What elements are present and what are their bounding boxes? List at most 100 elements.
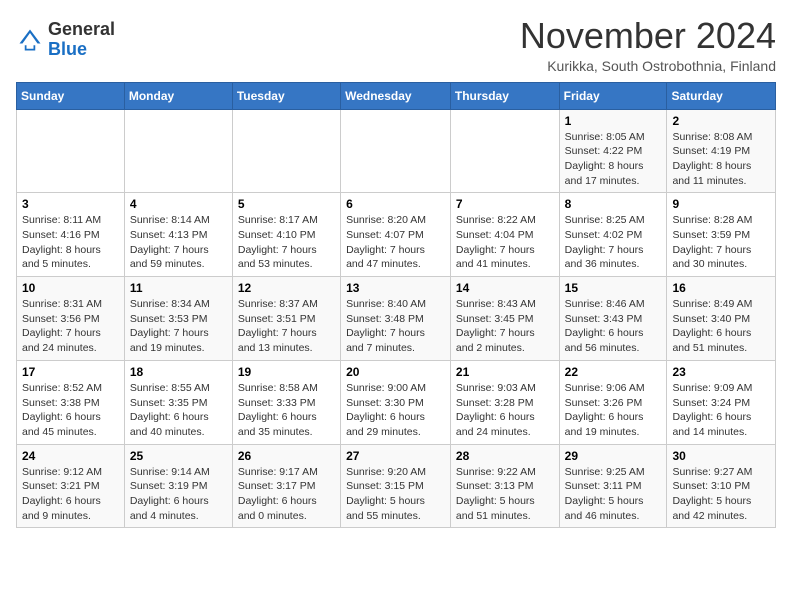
- day-info: Sunrise: 8:20 AMSunset: 4:07 PMDaylight:…: [346, 213, 445, 272]
- calendar-cell: 27 Sunrise: 9:20 AMSunset: 3:15 PMDayligh…: [341, 444, 451, 528]
- day-info: Sunrise: 9:27 AMSunset: 3:10 PMDaylight:…: [672, 465, 770, 524]
- day-info: Sunrise: 9:03 AMSunset: 3:28 PMDaylight:…: [456, 381, 554, 440]
- day-number: 11: [130, 281, 227, 295]
- day-info: Sunrise: 8:49 AMSunset: 3:40 PMDaylight:…: [672, 297, 770, 356]
- month-year-title: November 2024: [520, 16, 776, 56]
- header-thursday: Thursday: [450, 82, 559, 109]
- day-info: Sunrise: 8:17 AMSunset: 4:10 PMDaylight:…: [238, 213, 335, 272]
- day-info: Sunrise: 8:40 AMSunset: 3:48 PMDaylight:…: [346, 297, 445, 356]
- calendar-cell: 23 Sunrise: 9:09 AMSunset: 3:24 PMDayligh…: [667, 360, 776, 444]
- week-row-3: 10 Sunrise: 8:31 AMSunset: 3:56 PMDayligh…: [17, 277, 776, 361]
- day-info: Sunrise: 8:08 AMSunset: 4:19 PMDaylight:…: [672, 130, 770, 189]
- header: General Blue November 2024 Kurikka, Sout…: [16, 16, 776, 74]
- day-number: 6: [346, 197, 445, 211]
- calendar-cell: [124, 109, 232, 193]
- calendar-cell: 10 Sunrise: 8:31 AMSunset: 3:56 PMDayligh…: [17, 277, 125, 361]
- day-number: 15: [565, 281, 662, 295]
- calendar-cell: 6 Sunrise: 8:20 AMSunset: 4:07 PMDaylight…: [341, 193, 451, 277]
- calendar-cell: 4Sunrise: 8:14 AMSunset: 4:13 PMDaylight…: [124, 193, 232, 277]
- calendar-cell: 19 Sunrise: 8:58 AMSunset: 3:33 PMDayligh…: [232, 360, 340, 444]
- day-info: Sunrise: 8:46 AMSunset: 3:43 PMDaylight:…: [565, 297, 662, 356]
- calendar-cell: 1 Sunrise: 8:05 AMSunset: 4:22 PMDaylight…: [559, 109, 667, 193]
- day-number: 25: [130, 449, 227, 463]
- title-area: November 2024 Kurikka, South Ostrobothni…: [520, 16, 776, 74]
- calendar-cell: 15 Sunrise: 8:46 AMSunset: 3:43 PMDayligh…: [559, 277, 667, 361]
- calendar-cell: 2 Sunrise: 8:08 AMSunset: 4:19 PMDaylight…: [667, 109, 776, 193]
- header-monday: Monday: [124, 82, 232, 109]
- day-info: Sunrise: 9:09 AMSunset: 3:24 PMDaylight:…: [672, 381, 770, 440]
- logo-general: General: [48, 19, 115, 39]
- day-info: Sunrise: 8:34 AMSunset: 3:53 PMDaylight:…: [130, 297, 227, 356]
- day-number: 23: [672, 365, 770, 379]
- week-row-2: 3Sunrise: 8:11 AMSunset: 4:16 PMDaylight…: [17, 193, 776, 277]
- day-info: Sunrise: 9:14 AMSunset: 3:19 PMDaylight:…: [130, 465, 227, 524]
- day-number: 24: [22, 449, 119, 463]
- day-number: 19: [238, 365, 335, 379]
- day-number: 18: [130, 365, 227, 379]
- calendar-cell: 25 Sunrise: 9:14 AMSunset: 3:19 PMDayligh…: [124, 444, 232, 528]
- calendar-cell: 26Sunrise: 9:17 AMSunset: 3:17 PMDayligh…: [232, 444, 340, 528]
- day-info: Sunrise: 8:22 AMSunset: 4:04 PMDaylight:…: [456, 213, 554, 272]
- day-info: Sunrise: 8:31 AMSunset: 3:56 PMDaylight:…: [22, 297, 119, 356]
- calendar-cell: 13 Sunrise: 8:40 AMSunset: 3:48 PMDayligh…: [341, 277, 451, 361]
- calendar-cell: 18Sunrise: 8:55 AMSunset: 3:35 PMDayligh…: [124, 360, 232, 444]
- day-info: Sunrise: 8:43 AMSunset: 3:45 PMDaylight:…: [456, 297, 554, 356]
- day-number: 7: [456, 197, 554, 211]
- week-row-1: 1 Sunrise: 8:05 AMSunset: 4:22 PMDaylight…: [17, 109, 776, 193]
- header-friday: Friday: [559, 82, 667, 109]
- calendar-cell: 30Sunrise: 9:27 AMSunset: 3:10 PMDayligh…: [667, 444, 776, 528]
- day-info: Sunrise: 8:14 AMSunset: 4:13 PMDaylight:…: [130, 213, 227, 272]
- day-number: 12: [238, 281, 335, 295]
- day-number: 27: [346, 449, 445, 463]
- day-number: 22: [565, 365, 662, 379]
- day-number: 14: [456, 281, 554, 295]
- day-info: Sunrise: 8:05 AMSunset: 4:22 PMDaylight:…: [565, 130, 662, 189]
- header-wednesday: Wednesday: [341, 82, 451, 109]
- day-info: Sunrise: 8:28 AMSunset: 3:59 PMDaylight:…: [672, 213, 770, 272]
- day-info: Sunrise: 8:58 AMSunset: 3:33 PMDaylight:…: [238, 381, 335, 440]
- calendar-cell: 8 Sunrise: 8:25 AMSunset: 4:02 PMDaylight…: [559, 193, 667, 277]
- header-sunday: Sunday: [17, 82, 125, 109]
- calendar-cell: 16 Sunrise: 8:49 AMSunset: 3:40 PMDayligh…: [667, 277, 776, 361]
- header-saturday: Saturday: [667, 82, 776, 109]
- day-number: 16: [672, 281, 770, 295]
- day-info: Sunrise: 8:11 AMSunset: 4:16 PMDaylight:…: [22, 213, 119, 272]
- calendar-body: 1 Sunrise: 8:05 AMSunset: 4:22 PMDaylight…: [17, 109, 776, 528]
- calendar-cell: [232, 109, 340, 193]
- day-number: 21: [456, 365, 554, 379]
- calendar-cell: 5Sunrise: 8:17 AMSunset: 4:10 PMDaylight…: [232, 193, 340, 277]
- day-info: Sunrise: 9:20 AMSunset: 3:15 PMDaylight:…: [346, 465, 445, 524]
- calendar-cell: 29Sunrise: 9:25 AMSunset: 3:11 PMDayligh…: [559, 444, 667, 528]
- calendar-cell: 22 Sunrise: 9:06 AMSunset: 3:26 PMDayligh…: [559, 360, 667, 444]
- logo: General Blue: [16, 20, 115, 60]
- calendar-cell: [17, 109, 125, 193]
- day-number: 26: [238, 449, 335, 463]
- day-info: Sunrise: 8:25 AMSunset: 4:02 PMDaylight:…: [565, 213, 662, 272]
- day-number: 1: [565, 114, 662, 128]
- calendar-cell: 24Sunrise: 9:12 AMSunset: 3:21 PMDayligh…: [17, 444, 125, 528]
- day-info: Sunrise: 9:06 AMSunset: 3:26 PMDaylight:…: [565, 381, 662, 440]
- day-info: Sunrise: 9:00 AMSunset: 3:30 PMDaylight:…: [346, 381, 445, 440]
- location-subtitle: Kurikka, South Ostrobothnia, Finland: [520, 58, 776, 74]
- day-number: 8: [565, 197, 662, 211]
- days-of-week-row: SundayMondayTuesdayWednesdayThursdayFrid…: [17, 82, 776, 109]
- week-row-4: 17 Sunrise: 8:52 AMSunset: 3:38 PMDayligh…: [17, 360, 776, 444]
- calendar-cell: 21 Sunrise: 9:03 AMSunset: 3:28 PMDayligh…: [450, 360, 559, 444]
- calendar-cell: [450, 109, 559, 193]
- calendar-cell: 14 Sunrise: 8:43 AMSunset: 3:45 PMDayligh…: [450, 277, 559, 361]
- day-number: 17: [22, 365, 119, 379]
- logo-icon: [16, 26, 44, 54]
- calendar-cell: 11 Sunrise: 8:34 AMSunset: 3:53 PMDayligh…: [124, 277, 232, 361]
- day-number: 2: [672, 114, 770, 128]
- day-number: 10: [22, 281, 119, 295]
- day-info: Sunrise: 8:52 AMSunset: 3:38 PMDaylight:…: [22, 381, 119, 440]
- logo-blue: Blue: [48, 39, 87, 59]
- calendar-header: SundayMondayTuesdayWednesdayThursdayFrid…: [17, 82, 776, 109]
- week-row-5: 24Sunrise: 9:12 AMSunset: 3:21 PMDayligh…: [17, 444, 776, 528]
- calendar-cell: 12Sunrise: 8:37 AMSunset: 3:51 PMDayligh…: [232, 277, 340, 361]
- day-info: Sunrise: 9:25 AMSunset: 3:11 PMDaylight:…: [565, 465, 662, 524]
- calendar-cell: 28Sunrise: 9:22 AMSunset: 3:13 PMDayligh…: [450, 444, 559, 528]
- day-number: 20: [346, 365, 445, 379]
- calendar-cell: 9Sunrise: 8:28 AMSunset: 3:59 PMDaylight…: [667, 193, 776, 277]
- day-number: 13: [346, 281, 445, 295]
